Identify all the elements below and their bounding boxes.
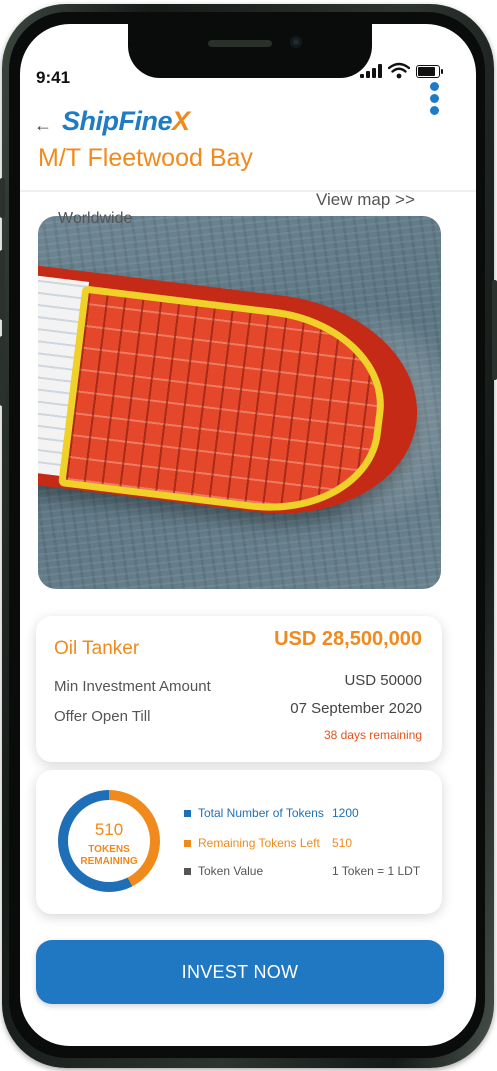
battery-icon [416,65,443,78]
min-investment-value: USD 50000 [344,672,422,689]
speaker-grille [208,40,272,47]
phone-side-button [0,336,5,406]
phone-side-button [0,250,5,320]
tokens-donut-chart: 510 TOKENS REMAINING [58,790,160,892]
days-remaining: 38 days remaining [323,728,422,742]
vessel-type: Oil Tanker [54,638,140,659]
min-investment-label: Min Investment Amount [54,678,211,695]
ship-deck [58,285,395,525]
legend-label: Token Value [198,864,264,878]
front-camera [290,36,302,48]
back-arrow-icon[interactable]: ← [34,116,52,134]
logo-text: ShipFine [62,106,173,136]
wifi-icon [388,62,410,79]
remaining-token-count: 510 [94,820,124,839]
caption-line-2: REMAINING [80,856,138,867]
more-vertical-icon[interactable] [430,82,440,116]
legend-token-value: Token Value 1 Token = 1 LDT [184,864,434,880]
legend-total-tokens: Total Number of Tokens 1200 [184,806,434,822]
view-map-link[interactable]: View map >> [316,190,415,210]
phone-side-button [0,178,5,218]
legend-value: 510 [332,836,353,850]
region-label: Worldwide [58,210,133,227]
remaining-token-caption: TOKENS REMAINING [68,844,150,868]
legend-swatch [184,810,191,817]
legend-value: 1 Token = 1 LDT [332,864,421,878]
legend-swatch [184,868,191,875]
offer-open-value: 07 September 2020 [290,700,422,717]
logo-accent: X [172,106,190,136]
phone-side-button [492,280,497,380]
legend-value: 1200 [332,806,359,820]
legend-remaining-tokens: Remaining Tokens Left 510 [184,836,434,852]
legend-label: Remaining Tokens Left [198,836,320,850]
invest-now-button[interactable]: INVEST NOW [36,940,444,1004]
legend-label: Total Number of Tokens [198,806,324,820]
caption-line-1: TOKENS [88,844,130,855]
signal-icon [360,64,382,78]
offer-details-card: Oil Tanker USD 28,500,000 Min Investment… [36,616,442,762]
vessel-price: USD 28,500,000 [274,628,422,650]
shipfinex-logo: ShipFineX [62,106,190,137]
donut-center: 510 TOKENS REMAINING [68,800,150,882]
phone-notch [128,24,372,78]
status-icons [360,62,460,80]
tokens-card: 510 TOKENS REMAINING Total Number of Tok… [36,770,442,914]
page-title: M/T Fleetwood Bay [38,144,253,172]
status-time: 9:41 [36,68,71,87]
ship-photo [38,216,441,589]
offer-open-label: Offer Open Till [54,708,151,725]
app-screen: 9:41 ← ShipFineX M/T Fleetwood Bay View … [20,24,476,1046]
stage: 9:41 ← ShipFineX M/T Fleetwood Bay View … [0,0,497,1071]
legend-swatch [184,840,191,847]
